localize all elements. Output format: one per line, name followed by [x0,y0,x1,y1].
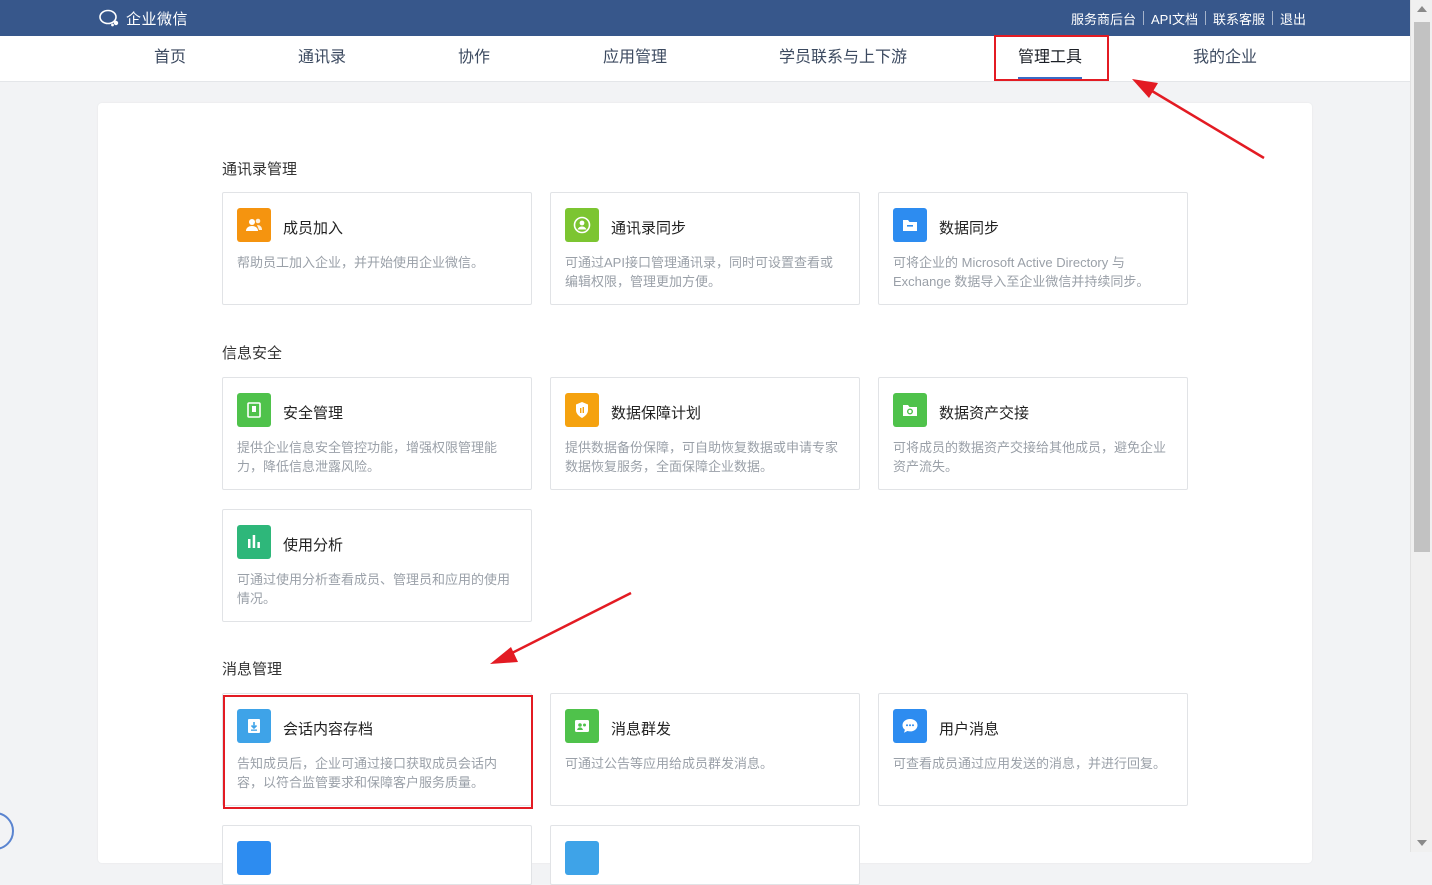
card-desc: 可通过公告等应用给成员群发消息。 [565,756,774,771]
section-title-messages: 消息管理 [222,661,283,678]
card-member-join[interactable]: 成员加入 帮助员工加入企业，并开始使用企业微信。 [222,192,532,305]
top-bar: 企业微信 服务商后台 API文档 联系客服 退出 [0,0,1410,36]
card-title: 消息群发 [611,721,672,738]
api-docs-link[interactable]: API文档 [1144,9,1205,28]
card-asset-handover[interactable]: 数据资产交接 可将成员的数据资产交接给其他成员，避免企业资产流失。 [878,377,1188,490]
logout-link[interactable]: 退出 [1273,9,1313,28]
floating-circle[interactable] [0,812,14,850]
asset-handover-icon [893,393,927,427]
card-title: 使用分析 [283,537,344,554]
bar-chart-icon [237,525,271,559]
card-title: 通讯录同步 [611,220,687,237]
highlight-box-card [223,695,533,809]
card-data-sync[interactable]: 数据同步 可将企业的 Microsoft Active Directory 与 … [878,192,1188,305]
card-desc: 可通过API接口管理通讯录，同时可设置查看或编辑权限，管理更加方便。 [565,255,833,289]
top-links: 服务商后台 API文档 联系客服 退出 [1064,0,1313,36]
highlight-box-nav [994,35,1109,81]
app-icon [237,841,271,875]
card-desc: 提供企业信息安全管控功能，增强权限管理能力，降低信息泄露风险。 [237,440,498,474]
tab-student-contacts[interactable]: 学员联系与上下游 [779,36,907,81]
logo[interactable]: 企业微信 [98,7,188,29]
main-nav: 首页 通讯录 协作 应用管理 学员联系与上下游 管理工具 我的企业 [0,36,1410,82]
section-title-contacts: 通讯录管理 [222,161,298,178]
card-data-protection[interactable]: 数据保障计划 提供数据备份保障，可自助恢复数据或申请专家数据恢复服务，全面保障企… [550,377,860,490]
logo-text: 企业微信 [126,10,189,28]
member-join-icon [237,208,271,242]
scrollbar[interactable] [1410,0,1432,852]
data-sync-icon [893,208,927,242]
scroll-down-icon[interactable] [1417,840,1427,846]
tab-my-enterprise[interactable]: 我的企业 [1193,36,1257,81]
card-partial[interactable] [222,825,532,885]
card-title: 安全管理 [283,405,344,422]
contact-sync-icon [565,208,599,242]
card-security-management[interactable]: 安全管理 提供企业信息安全管控功能，增强权限管理能力，降低信息泄露风险。 [222,377,532,490]
broadcast-icon [565,709,599,743]
card-desc: 帮助员工加入企业，并开始使用企业微信。 [237,255,485,270]
card-desc: 提供数据备份保障，可自助恢复数据或申请专家数据恢复服务，全面保障企业数据。 [565,440,839,474]
shield-icon [565,393,599,427]
tab-home[interactable]: 首页 [154,36,186,81]
card-desc: 可将企业的 Microsoft Active Directory 与 Excha… [893,255,1150,289]
card-user-messages[interactable]: 用户消息 可查看成员通过应用发送的消息，并进行回复。 [878,693,1188,806]
card-partial[interactable] [550,825,860,885]
tab-contacts[interactable]: 通讯录 [298,36,346,81]
security-icon [237,393,271,427]
scroll-up-icon[interactable] [1417,6,1427,12]
card-title: 成员加入 [283,220,344,237]
tab-collaboration[interactable]: 协作 [458,36,490,81]
contact-support-link[interactable]: 联系客服 [1206,9,1272,28]
tab-app-management[interactable]: 应用管理 [603,36,667,81]
card-title: 数据同步 [939,220,1000,237]
card-mass-message[interactable]: 消息群发 可通过公告等应用给成员群发消息。 [550,693,860,806]
card-desc: 可通过使用分析查看成员、管理员和应用的使用情况。 [237,572,511,606]
card-title: 数据资产交接 [939,405,1030,422]
app-icon [565,841,599,875]
wecom-logo-icon [99,9,119,27]
card-title: 用户消息 [939,721,1000,738]
section-title-security: 信息安全 [222,345,283,362]
card-contact-sync[interactable]: 通讯录同步 可通过API接口管理通讯录，同时可设置查看或编辑权限，管理更加方便。 [550,192,860,305]
card-title: 数据保障计划 [611,405,702,422]
card-desc: 可查看成员通过应用发送的消息，并进行回复。 [893,756,1167,771]
chat-bubble-icon [893,709,927,743]
card-desc: 可将成员的数据资产交接给其他成员，避免企业资产流失。 [893,440,1167,474]
service-provider-link[interactable]: 服务商后台 [1064,9,1143,28]
card-usage-analysis[interactable]: 使用分析 可通过使用分析查看成员、管理员和应用的使用情况。 [222,509,532,622]
scroll-thumb[interactable] [1414,22,1430,552]
